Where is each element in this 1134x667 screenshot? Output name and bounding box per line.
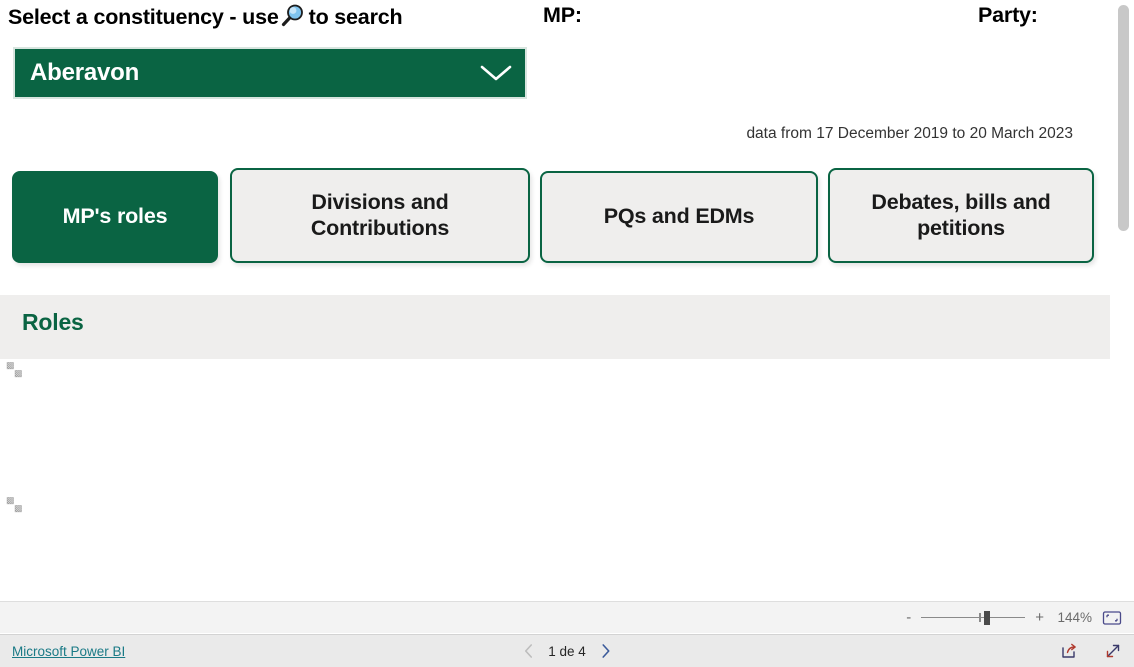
fit-to-page-icon[interactable] <box>1102 610 1122 626</box>
visual-placeholder-marker: ▩ <box>14 368 23 378</box>
roles-section-title: Roles <box>22 309 84 335</box>
chevron-down-icon[interactable] <box>479 62 513 84</box>
report-canvas: Select a constituency - use to search MP:… <box>0 0 1113 600</box>
vertical-scrollbar-thumb[interactable] <box>1118 5 1129 231</box>
powerbi-report-viewer: Select a constituency - use to search MP:… <box>0 0 1134 667</box>
report-bottom-bar: Microsoft Power BI 1 de 4 <box>0 634 1134 667</box>
party-label: Party: <box>978 3 1038 27</box>
constituency-slicer-value: Aberavon <box>30 59 140 86</box>
zoom-level-value: 144% <box>1057 610 1092 625</box>
chevron-right-icon[interactable] <box>600 643 611 659</box>
zoom-slider-thumb[interactable] <box>984 610 991 625</box>
microsoft-power-bi-link[interactable]: Microsoft Power BI <box>12 644 125 659</box>
magnifier-icon <box>279 3 309 29</box>
share-export-icon[interactable] <box>1060 642 1078 660</box>
mp-label: MP: <box>543 3 582 27</box>
report-tab-bar: MP's roles Divisions and Contributions P… <box>0 168 1113 272</box>
page-indicator-text: 1 de 4 <box>548 643 586 659</box>
zoom-slider-tick <box>979 612 981 622</box>
chevron-left-icon[interactable] <box>523 643 534 659</box>
data-range-caption: data from 17 December 2019 to 20 March 2… <box>746 125 1073 142</box>
constituency-instruction-text-post: to search <box>308 5 403 29</box>
page-navigation: 1 de 4 <box>523 643 611 659</box>
constituency-instruction-label: Select a constituency - use to search <box>8 3 403 30</box>
zoom-status-strip: - + 144% <box>0 601 1134 633</box>
constituency-instruction-text-pre: Select a constituency - use <box>8 5 279 29</box>
constituency-slicer-dropdown[interactable]: Aberavon <box>13 47 527 99</box>
zoom-slider-rail <box>921 616 1026 618</box>
vertical-scrollbar[interactable] <box>1113 0 1134 600</box>
visual-placeholder-marker: ▩ <box>6 495 15 505</box>
zoom-out-button[interactable]: - <box>906 610 911 625</box>
zoom-slider[interactable] <box>921 610 1026 625</box>
tab-mps-roles[interactable]: MP's roles <box>12 171 218 263</box>
tab-debates-bills-petitions[interactable]: Debates, bills and petitions <box>828 168 1094 263</box>
zoom-in-button[interactable]: + <box>1035 610 1044 625</box>
visual-placeholder-marker: ▩ <box>14 503 23 513</box>
bottom-bar-actions <box>1060 642 1122 660</box>
roles-section-bar: Roles <box>0 295 1110 359</box>
tab-divisions-contributions[interactable]: Divisions and Contributions <box>230 168 530 263</box>
tab-pqs-and-edms[interactable]: PQs and EDMs <box>540 171 818 263</box>
fullscreen-icon[interactable] <box>1104 642 1122 660</box>
visual-placeholder-marker: ▩ <box>6 360 15 370</box>
